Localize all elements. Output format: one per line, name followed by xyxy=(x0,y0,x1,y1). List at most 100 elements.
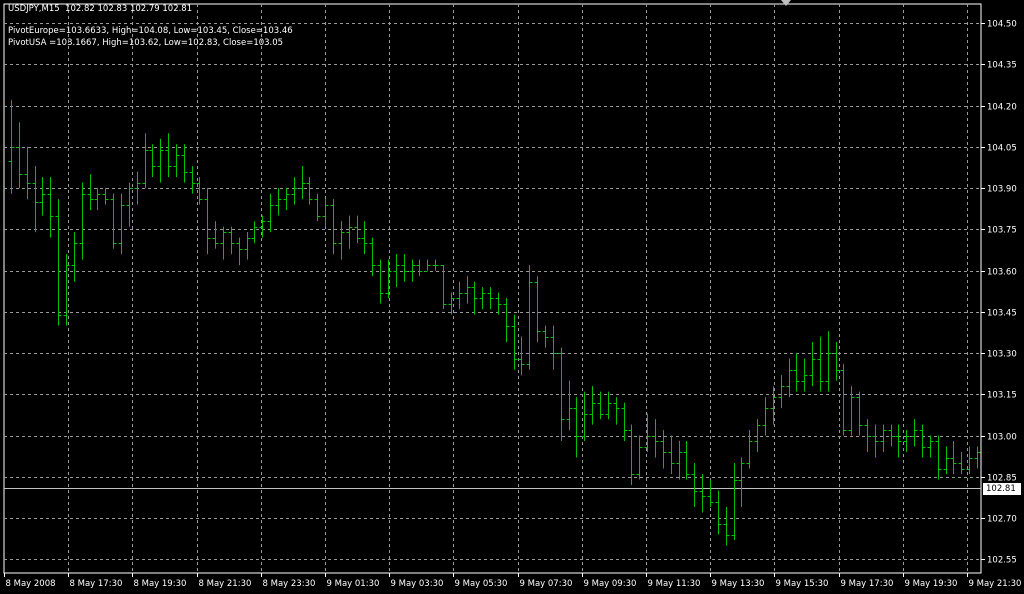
ohlc-bar xyxy=(181,144,188,183)
price-chart[interactable]: 104.50 104.35 104.20 104.05 103.90 103.75 103.… xyxy=(0,0,1024,594)
ohlc-bar xyxy=(110,193,117,249)
ohlc-bar xyxy=(71,232,78,282)
ohlc-bar xyxy=(495,292,502,315)
ohlc-bar xyxy=(464,276,471,304)
ohlc-bar xyxy=(566,380,573,431)
ohlc-bar xyxy=(189,166,196,194)
chart-window[interactable]: 104.50 104.35 104.20 104.05 103.90 103.75 103.… xyxy=(0,0,1024,594)
plot-frame xyxy=(3,3,982,574)
ohlc-bar xyxy=(895,424,902,458)
ohlc-bar xyxy=(306,177,313,205)
ohlc-bar xyxy=(872,424,879,458)
ohlc-bar xyxy=(903,430,910,453)
ohlc-bar xyxy=(605,391,612,420)
ohlc-bar xyxy=(770,386,777,425)
y-tick-label: 103.30 xyxy=(987,350,1017,360)
y-tick-label: 103.45 xyxy=(987,309,1017,319)
ohlc-bar xyxy=(880,424,887,453)
ohlc-bar xyxy=(157,138,164,183)
x-tick-label: 8 May 19:30 xyxy=(134,579,187,589)
chart-shift-marker-icon[interactable] xyxy=(781,0,791,6)
ohlc-bar xyxy=(299,166,306,200)
ohlc-bar xyxy=(676,441,683,480)
ohlc-bar xyxy=(291,177,298,205)
ohlc-bar xyxy=(173,144,180,178)
y-tick-label: 103.75 xyxy=(987,226,1017,236)
y-tick-label: 103.60 xyxy=(987,268,1017,278)
ohlc-bar xyxy=(220,226,227,260)
ohlc-bar xyxy=(974,446,981,469)
ohlc-bar xyxy=(259,215,266,238)
ohlc-bar xyxy=(346,215,353,249)
ohlc-bar xyxy=(16,122,23,189)
x-tick-label: 9 May 15:30 xyxy=(776,579,829,589)
x-tick-label: 8 May 23:30 xyxy=(263,579,316,589)
ohlc-bar xyxy=(24,146,31,200)
ohlc-bar xyxy=(8,100,15,194)
x-tick-label: 9 May 13:30 xyxy=(712,579,765,589)
ohlc-bar xyxy=(935,435,942,480)
ohlc-bar xyxy=(864,419,871,453)
ohlc-bar xyxy=(731,463,738,541)
ohlc-bar xyxy=(943,446,950,475)
ohlc-bar xyxy=(314,193,321,222)
y-tick-label: 102.70 xyxy=(987,515,1017,525)
ohlc-bar xyxy=(471,281,478,315)
ohlc-bar xyxy=(825,331,832,392)
ohlc-bar xyxy=(581,391,588,442)
pivot-europe-label: PivotEurope=103.6633, High=104.08, Low=1… xyxy=(8,26,293,36)
x-tick-label: 9 May 03:30 xyxy=(391,579,444,589)
ohlc-bar xyxy=(746,430,753,469)
ohlc-bar xyxy=(377,259,384,304)
ohlc-bar xyxy=(244,232,251,260)
ohlc-bar xyxy=(228,226,235,255)
y-tick-label: 104.05 xyxy=(987,144,1017,154)
ohlc-bar xyxy=(958,452,965,475)
x-tick-label: 9 May 17:30 xyxy=(841,579,894,589)
ohlc-bar xyxy=(919,424,926,458)
ohlc-bar xyxy=(118,193,125,255)
x-tick-label: 8 May 17:30 xyxy=(70,579,123,589)
ohlc-bar xyxy=(518,336,525,376)
ohlc-bar xyxy=(621,402,628,442)
ohlc-bar xyxy=(456,281,463,310)
y-tick-label: 102.55 xyxy=(987,556,1017,566)
ohlc-bar xyxy=(236,237,243,266)
x-tick-label: 9 May 09:30 xyxy=(584,579,637,589)
ohlc-bar xyxy=(330,199,337,255)
ohlc-bar xyxy=(424,259,431,272)
ohlc-bar xyxy=(322,199,329,227)
ohlc-bar xyxy=(589,386,596,425)
ohlc-bar xyxy=(432,259,439,271)
ohlc-bar xyxy=(487,287,494,310)
ohlc-bar xyxy=(754,419,761,453)
y-tick-label: 104.20 xyxy=(987,103,1017,113)
ohlc-bar xyxy=(79,182,86,260)
ohlc-bar xyxy=(142,133,149,189)
x-tick-label: 9 May 11:30 xyxy=(648,579,701,589)
ohlc-bar xyxy=(848,386,855,436)
ohlc-bar xyxy=(401,254,408,282)
current-price-label: 102.81 xyxy=(983,482,1021,495)
ohlc-bar xyxy=(833,342,840,381)
ohlc-bar xyxy=(393,254,400,288)
ohlc-bar xyxy=(369,237,376,277)
x-tick-label: 8 May 2008 xyxy=(6,579,56,589)
ohlc-bar xyxy=(597,391,604,420)
ohlc-bar xyxy=(275,188,282,216)
ohlc-bar xyxy=(628,424,635,486)
ohlc-bar xyxy=(786,358,793,398)
ohlc-bar xyxy=(723,507,730,546)
x-tick-label: 9 May 19:30 xyxy=(905,579,958,589)
ohlc-bar xyxy=(573,397,580,458)
ohlc-bar xyxy=(283,188,290,211)
ohlc-bar xyxy=(385,259,392,299)
ohlc-bar xyxy=(55,199,62,326)
ohlc-bar xyxy=(809,342,816,387)
ohlc-bar xyxy=(47,177,54,238)
ohlc-bar xyxy=(149,144,156,178)
ohlc-bar xyxy=(409,259,416,282)
ohlc-bar xyxy=(762,397,769,436)
ohlc-bar xyxy=(738,457,745,508)
ohlc-bar xyxy=(613,397,620,425)
